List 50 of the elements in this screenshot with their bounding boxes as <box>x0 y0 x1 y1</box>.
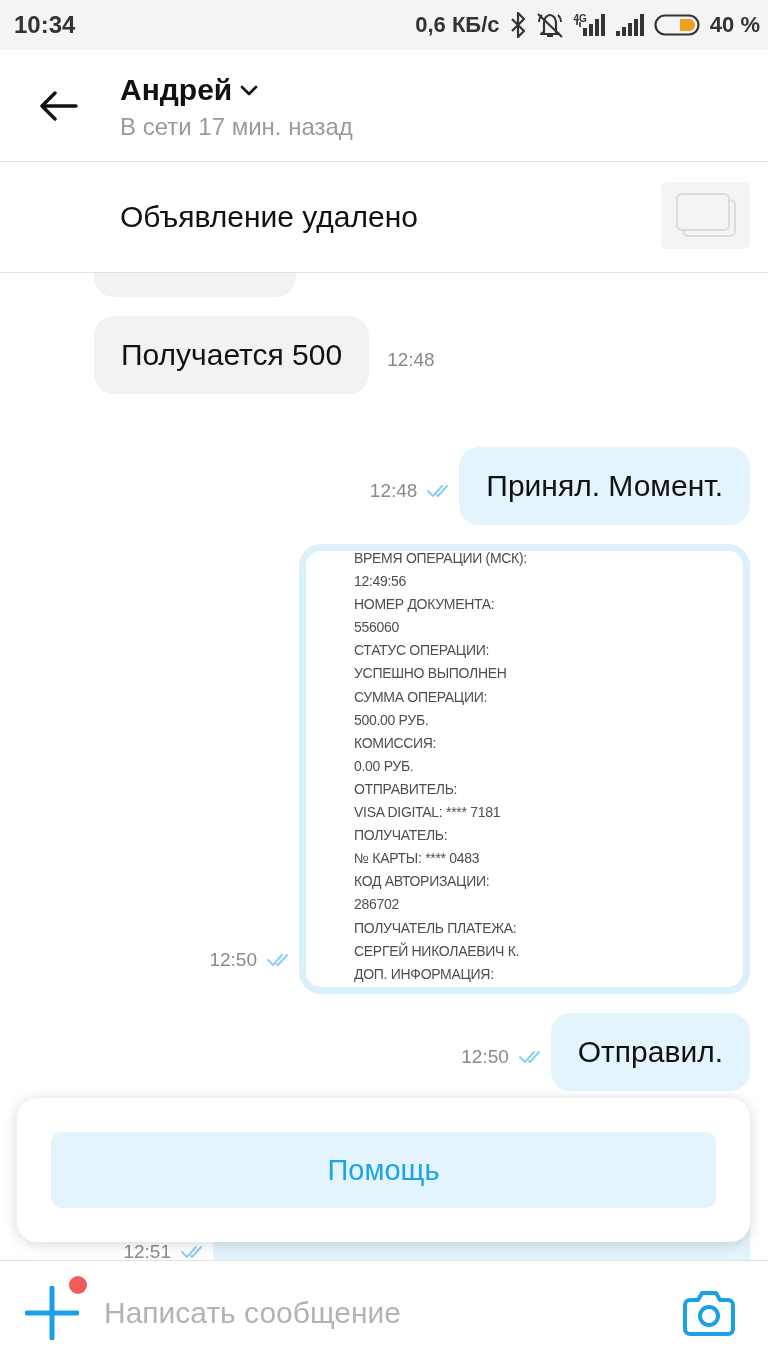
message-input[interactable]: Написать сообщение <box>104 1291 663 1335</box>
back-button[interactable] <box>40 90 78 121</box>
receipt-line: ПОЛУЧАТЕЛЬ: <box>354 826 448 846</box>
receipt-line: 286702 <box>354 895 399 915</box>
receipt-line: 500.00 РУБ. <box>354 710 429 730</box>
message-time: 12:48 <box>369 479 418 503</box>
receipt-line: 556060 <box>354 618 399 638</box>
receipt-line: № КАРТЫ: **** 0483 <box>354 849 480 869</box>
receipt-line: СУММА ОПЕРАЦИИ: <box>354 687 487 707</box>
message-bubble: Получается 500 <box>94 316 370 394</box>
camera-button[interactable] <box>683 1290 735 1336</box>
receipt-line: 12:49:56 <box>354 572 407 592</box>
camera-icon <box>683 1290 735 1336</box>
receipt-line: ОТПРАВИТЕЛЬ: <box>354 779 458 799</box>
network-speed: 0,6 КБ/с <box>415 12 500 38</box>
message-time: 12:50 <box>209 948 257 972</box>
message-time: 12:51 <box>123 1240 171 1260</box>
message-time: 12:50 <box>461 1045 509 1069</box>
attach-button[interactable] <box>25 1286 79 1340</box>
presence-status: В сети 17 мин. назад <box>120 112 353 141</box>
arrow-left-icon <box>40 90 78 121</box>
battery-percent: 40 % <box>709 12 760 38</box>
receipt-line: УСПЕШНО ВЫПОЛНЕН <box>354 664 507 684</box>
receipt-line: СЕРГЕЙ НИКОЛАЕВИЧ К. <box>354 941 520 961</box>
receipt-line: 0.00 РУБ. <box>354 756 414 776</box>
listing-title: Объявление удалено <box>120 200 418 234</box>
network-type: 4G <box>573 14 587 24</box>
signal-icon <box>575 14 606 36</box>
contact-name[interactable]: Андрей <box>120 70 233 109</box>
listing-thumbnail[interactable] <box>661 181 750 249</box>
signal-icon <box>615 14 644 36</box>
bell-off-icon <box>535 12 564 38</box>
receipt-line: ДОП. ИНФОРМАЦИЯ: <box>354 964 494 984</box>
message-bubble: Принял. Момент. <box>459 447 750 525</box>
image-placeholder-icon <box>674 192 737 238</box>
bluetooth-icon <box>509 12 526 38</box>
message-bubble: Отправил. <box>550 1013 750 1091</box>
receipt-line: СТАТУС ОПЕРАЦИИ: <box>354 641 490 661</box>
receipt-line: ПОЛУЧАТЕЛЬ ПЛАТЕЖА: <box>354 918 517 938</box>
receipt-line: КОД АВТОРИЗАЦИИ: <box>354 872 490 892</box>
receipt-line: НОМЕР ДОКУМЕНТА: <box>354 595 495 615</box>
caret-down-icon <box>240 85 259 96</box>
receipt-line: VISA DIGITAL: **** 7181 <box>354 803 501 823</box>
receipt-image[interactable] <box>299 544 750 994</box>
message-time: 12:48 <box>387 348 435 372</box>
receipt-line: ВРЕМЯ ОПЕРАЦИИ (МСК): <box>354 551 527 568</box>
plus-icon <box>25 1286 79 1340</box>
receipt-line: КОМИССИЯ: <box>354 733 437 753</box>
battery-icon <box>653 14 700 36</box>
clock-time: 10:34 <box>14 11 76 39</box>
